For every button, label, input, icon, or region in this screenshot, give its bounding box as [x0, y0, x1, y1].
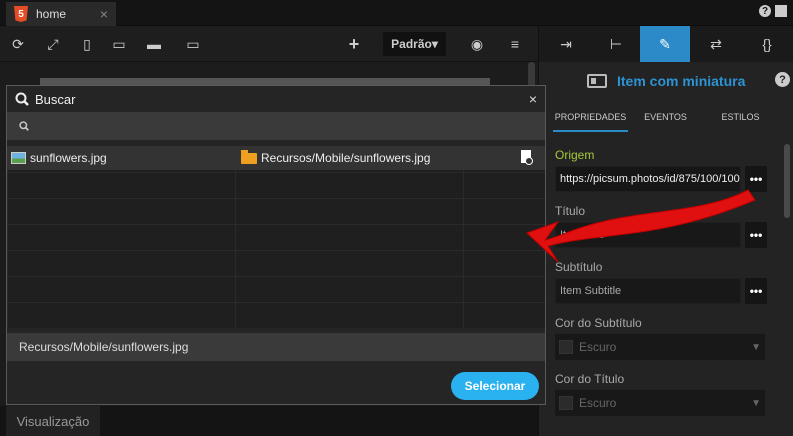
- properties-panel: ⇥ ⊢ ✎ ⇄ {} Item com miniatura ? PROPRIED…: [538, 26, 793, 436]
- refresh-icon[interactable]: ⟳: [9, 35, 27, 53]
- dialog-title: Buscar: [35, 91, 76, 107]
- tab-properties[interactable]: PROPRIEDADES: [553, 106, 628, 132]
- edit-icon[interactable]: ✎: [640, 26, 690, 62]
- subtitulo-more-button[interactable]: •••: [745, 278, 767, 304]
- help-icon[interactable]: ?: [775, 72, 790, 87]
- cor-subtitulo-label: Cor do Subtítulo: [555, 316, 642, 330]
- search-icon: [19, 121, 29, 131]
- panel-tabs: ⇥ ⊢ ✎ ⇄ {}: [539, 26, 793, 62]
- titulo-label: Título: [555, 204, 586, 218]
- tab-home-label: home: [36, 7, 67, 21]
- tab-styles[interactable]: ESTILOS: [703, 106, 778, 132]
- database-icon[interactable]: ≡: [506, 35, 524, 53]
- table-row[interactable]: sunflowers.jpg Recursos/Mobile/sunflower…: [7, 146, 545, 170]
- cor-titulo-label: Cor do Título: [555, 372, 625, 386]
- origem-more-button[interactable]: •••: [745, 166, 767, 192]
- panel-scrollbar[interactable]: [784, 144, 790, 218]
- caret-down-icon: ▼: [751, 341, 761, 353]
- import-icon[interactable]: ⇥: [541, 26, 591, 62]
- search-input[interactable]: [7, 112, 545, 140]
- panel-title-text: Item com miniatura: [617, 73, 746, 89]
- fullscreen-icon[interactable]: ⤢: [44, 35, 62, 53]
- row-path: Recursos/Mobile/sunflowers.jpg: [261, 151, 431, 165]
- titulo-more-button[interactable]: •••: [745, 222, 767, 248]
- image-icon: [11, 152, 26, 164]
- eye-off-icon[interactable]: ◉: [468, 35, 486, 53]
- row-name-cell: sunflowers.jpg: [11, 151, 107, 165]
- tab-events[interactable]: EVENTOS: [628, 106, 703, 132]
- close-icon[interactable]: ×: [100, 6, 108, 22]
- dialog-header: Buscar ×: [7, 86, 545, 112]
- cor-titulo-select[interactable]: Escuro ▼: [555, 390, 765, 416]
- color-swatch: [559, 396, 573, 410]
- select-button[interactable]: Selecionar: [451, 372, 539, 400]
- selected-path: Recursos/Mobile/sunflowers.jpg: [7, 333, 545, 361]
- status-bar: Visualização: [0, 406, 538, 436]
- results-grid: [7, 146, 545, 328]
- row-path-cell: Recursos/Mobile/sunflowers.jpg: [241, 149, 431, 165]
- help-icon[interactable]: ?: [759, 5, 771, 17]
- toolbar: ⟳ ⤢ ▯ ▭ ▬ ▭ + Padrão▾ ◉ ≡: [0, 26, 538, 62]
- monitor-icon[interactable]: ▭: [184, 35, 202, 53]
- subtabs: PROPRIEDADES EVENTOS ESTILOS: [553, 106, 778, 132]
- titulo-input[interactable]: Item Title: [555, 222, 741, 248]
- phone-icon[interactable]: ▯: [78, 35, 96, 53]
- close-icon[interactable]: ×: [529, 91, 537, 107]
- cor-titulo-value: Escuro: [579, 396, 617, 410]
- swap-icon[interactable]: ⇄: [691, 26, 741, 62]
- tab-home[interactable]: 5 home ×: [6, 2, 116, 26]
- cor-subtitulo-select[interactable]: Escuro ▼: [555, 334, 765, 360]
- panel-title: Item com miniatura: [587, 70, 787, 92]
- tab-bar: 5 home × ?: [0, 0, 793, 26]
- tab-visualization[interactable]: Visualização: [6, 406, 100, 436]
- color-swatch: [559, 340, 573, 354]
- subtitulo-input[interactable]: Item Subtitle: [555, 278, 741, 304]
- row-name: sunflowers.jpg: [30, 151, 107, 165]
- property-list: Origem https://picsum.photos/id/875/100/…: [555, 148, 767, 428]
- caret-down-icon: ▼: [751, 397, 761, 409]
- desktop-icon[interactable]: ▬: [145, 35, 163, 53]
- origem-input[interactable]: https://picsum.photos/id/875/100/100: [555, 166, 741, 192]
- window-icon[interactable]: [775, 5, 787, 17]
- add-icon[interactable]: +: [345, 34, 363, 54]
- thumbnail-item-icon: [587, 74, 607, 88]
- open-file-cell[interactable]: [521, 150, 533, 166]
- search-dialog: Buscar × sunflowers.jpg Recursos/Mobile/…: [6, 85, 546, 405]
- search-icon: [15, 92, 29, 106]
- folder-icon: [241, 149, 257, 164]
- cor-subtitulo-value: Escuro: [579, 340, 617, 354]
- subtitulo-label: Subtítulo: [555, 260, 603, 274]
- code-icon[interactable]: {}: [742, 26, 792, 62]
- html5-icon: 5: [14, 6, 28, 22]
- mode-select[interactable]: Padrão▾: [383, 32, 446, 56]
- tablet-icon[interactable]: ▭: [110, 35, 128, 53]
- origem-label: Origem: [555, 148, 595, 162]
- file-search-icon[interactable]: [521, 150, 533, 165]
- window-controls: ?: [759, 5, 787, 17]
- tree-icon[interactable]: ⊢: [591, 26, 641, 62]
